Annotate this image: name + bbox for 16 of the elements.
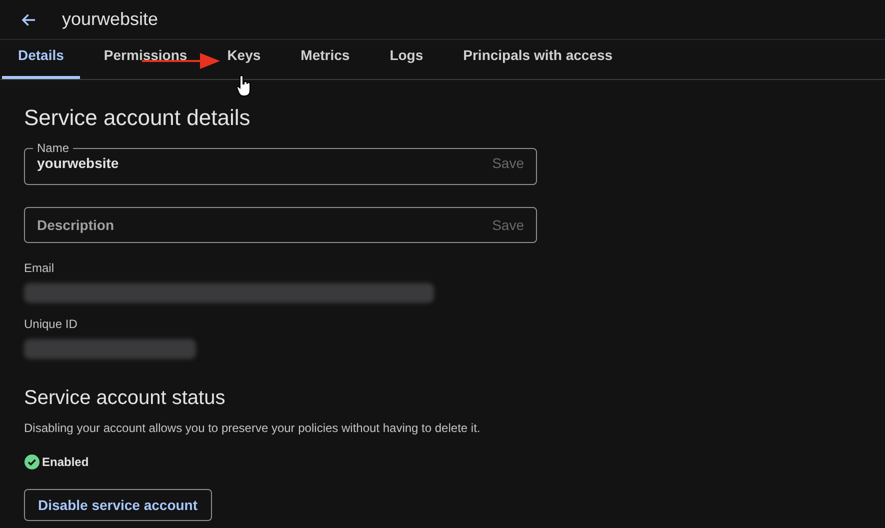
field-label: Email — [24, 260, 56, 277]
tab[interactable]: Permissions — [88, 35, 204, 79]
page-title: yourwebsite — [62, 8, 158, 31]
section-heading: Service account status — [24, 386, 226, 411]
field-label: Name — [36, 140, 70, 156]
tab[interactable]: Principals with access — [447, 35, 629, 79]
status-description: Disabling your account allows you to preserve your policies without having to delete it. — [24, 420, 482, 437]
tab[interactable]: Details — [2, 35, 80, 79]
tab[interactable]: Logs — [374, 35, 440, 79]
hand-cursor-icon — [236, 75, 252, 97]
field-label: Unique ID — [24, 316, 78, 333]
disable-account-button[interactable]: Disable service account — [24, 489, 212, 521]
tab[interactable]: Keys — [211, 35, 277, 79]
status-label: Enabled — [42, 454, 89, 471]
tab[interactable]: Metrics — [284, 35, 366, 79]
section-heading: Service account details — [24, 104, 252, 132]
